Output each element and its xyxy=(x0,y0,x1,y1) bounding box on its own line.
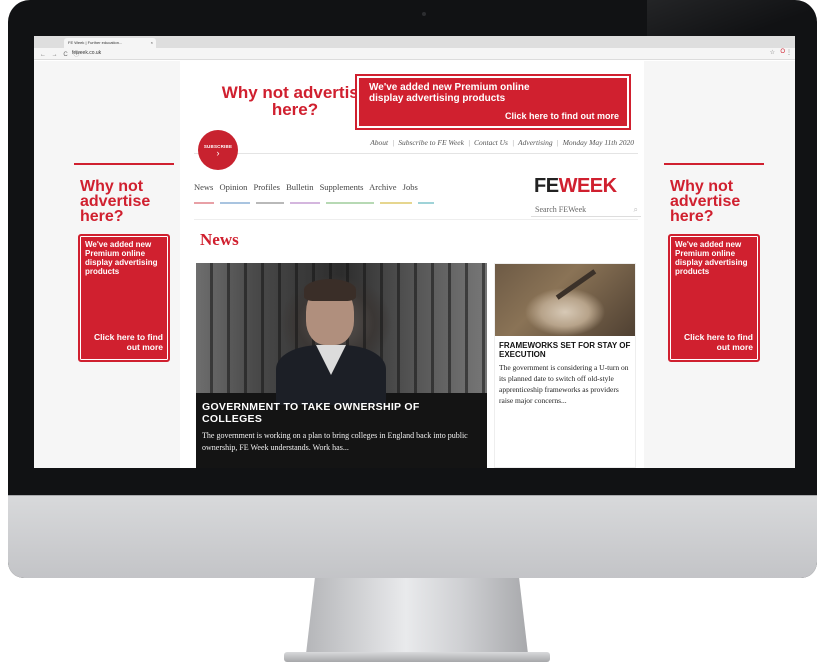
left-side-ad[interactable]: Why not advertise here? We've added new … xyxy=(74,163,174,362)
browser-tab-title: FE Week | Further education... xyxy=(68,40,123,45)
util-link-contact[interactable]: Contact Us xyxy=(474,138,508,147)
nav-item-jobs[interactable]: Jobs xyxy=(403,182,418,192)
feweek-logo[interactable]: FEWEEK xyxy=(534,175,617,198)
subscribe-label: SUBSCRIBE xyxy=(203,144,233,149)
nav-item-opinion[interactable]: Opinion xyxy=(219,182,247,192)
ad-banner[interactable]: We've added new Premium online display a… xyxy=(78,234,170,362)
ad-cta-link[interactable]: Click here to find out more xyxy=(670,332,753,352)
nav-underline xyxy=(326,202,374,204)
close-icon[interactable]: × xyxy=(151,38,153,48)
current-date: Monday May 11th 2020 xyxy=(562,138,634,147)
ad-text: We've added new Premium online display a… xyxy=(675,240,748,276)
nav-underline xyxy=(290,202,320,204)
util-link-about[interactable]: About xyxy=(370,138,388,147)
search-icon[interactable]: ⌕ xyxy=(634,203,638,217)
browser-menu-icon[interactable]: ⋮ xyxy=(786,49,792,56)
lead-story-headline[interactable]: GOVERNMENT TO TAKE OWNERSHIP OF COLLEGES xyxy=(202,401,482,425)
nav-underline xyxy=(418,202,434,204)
search-placeholder: Search FEWeek xyxy=(535,205,587,214)
right-side-ad[interactable]: Why not advertise here? We've added new … xyxy=(664,163,764,362)
tool-decoration xyxy=(555,269,597,300)
top-ad-banner[interactable]: We've added new Premium online display a… xyxy=(355,74,631,130)
extension-icon[interactable]: O xyxy=(780,49,785,55)
ad-divider xyxy=(664,163,764,165)
header-divider xyxy=(194,219,638,220)
person-hair xyxy=(304,279,356,301)
nav-item-supplements[interactable]: Supplements xyxy=(320,182,364,192)
nav-underline xyxy=(194,202,214,204)
camera-icon xyxy=(422,12,426,16)
bezel-reflection xyxy=(647,0,817,40)
nav-item-bulletin[interactable]: Bulletin xyxy=(286,182,313,192)
ad-question: Why not advertise here? xyxy=(670,178,741,225)
logo-week: WEEK xyxy=(558,175,618,197)
nav-item-archive[interactable]: Archive xyxy=(369,182,396,192)
search-input[interactable]: Search FEWeek ⌕ xyxy=(531,203,641,217)
nav-item-news[interactable]: News xyxy=(194,182,213,192)
browser-tab-strip: FE Week | Further education... × xyxy=(34,36,795,53)
section-title[interactable]: News xyxy=(200,230,239,250)
secondary-story-summary: The government is considering a U-turn o… xyxy=(499,363,629,405)
nav-item-profiles[interactable]: Profiles xyxy=(253,182,279,192)
ad-text: We've added new Premium online display a… xyxy=(85,240,158,276)
nav-underline xyxy=(220,202,250,204)
browser-toolbar: ← → C ⓘ feweek.co.uk ☆ O ⋮ xyxy=(34,48,795,60)
subscribe-button[interactable]: SUBSCRIBE › xyxy=(198,130,238,170)
secondary-story-headline[interactable]: FRAMEWORKS SET FOR STAY OF EXECUTION xyxy=(499,341,633,359)
top-ad-text: We've added new Premium online display a… xyxy=(369,82,530,104)
bookmark-star-icon[interactable]: ☆ xyxy=(770,49,775,56)
monitor-stand xyxy=(306,578,528,654)
monitor-stand-base xyxy=(284,652,550,662)
ad-question: Why not advertise here? xyxy=(80,178,151,225)
address-bar[interactable]: feweek.co.uk xyxy=(72,50,101,56)
logo-fe: FE xyxy=(534,175,559,197)
utility-links: About | Subscribe to FE Week | Contact Us | Ad… xyxy=(370,138,634,147)
monitor-chin xyxy=(8,495,817,578)
util-link-subscribe[interactable]: Subscribe to FE Week xyxy=(398,138,464,147)
secondary-story-card[interactable]: FRAMEWORKS SET FOR STAY OF EXECUTION The… xyxy=(494,263,636,468)
ad-banner[interactable]: We've added new Premium online display a… xyxy=(668,234,760,362)
screen: FE Week | Further education... × ← → C ⓘ… xyxy=(34,36,795,468)
top-ad-question[interactable]: Why not advertise here? xyxy=(220,84,370,118)
nav-underline xyxy=(256,202,284,204)
main-nav: News Opinion Profiles Bulletin Supplemen… xyxy=(194,182,422,192)
ad-cta-link[interactable]: Click here to find out more xyxy=(80,332,163,352)
top-ad-cta-link[interactable]: Click here to find out more xyxy=(505,111,619,121)
util-link-advertising[interactable]: Advertising xyxy=(518,138,553,147)
browser-tab[interactable]: FE Week | Further education... × xyxy=(64,38,156,48)
utility-bar: About | Subscribe to FE Week | Contact Us | Ad… xyxy=(194,132,638,154)
chevron-right-icon: › xyxy=(216,148,220,158)
lead-story-card[interactable]: GOVERNMENT TO TAKE OWNERSHIP OF COLLEGES… xyxy=(196,263,487,468)
ad-divider xyxy=(74,163,174,165)
secondary-story-image[interactable] xyxy=(495,264,635,336)
lead-story-summary: The government is working on a plan to b… xyxy=(202,431,468,452)
nav-underline xyxy=(380,202,412,204)
